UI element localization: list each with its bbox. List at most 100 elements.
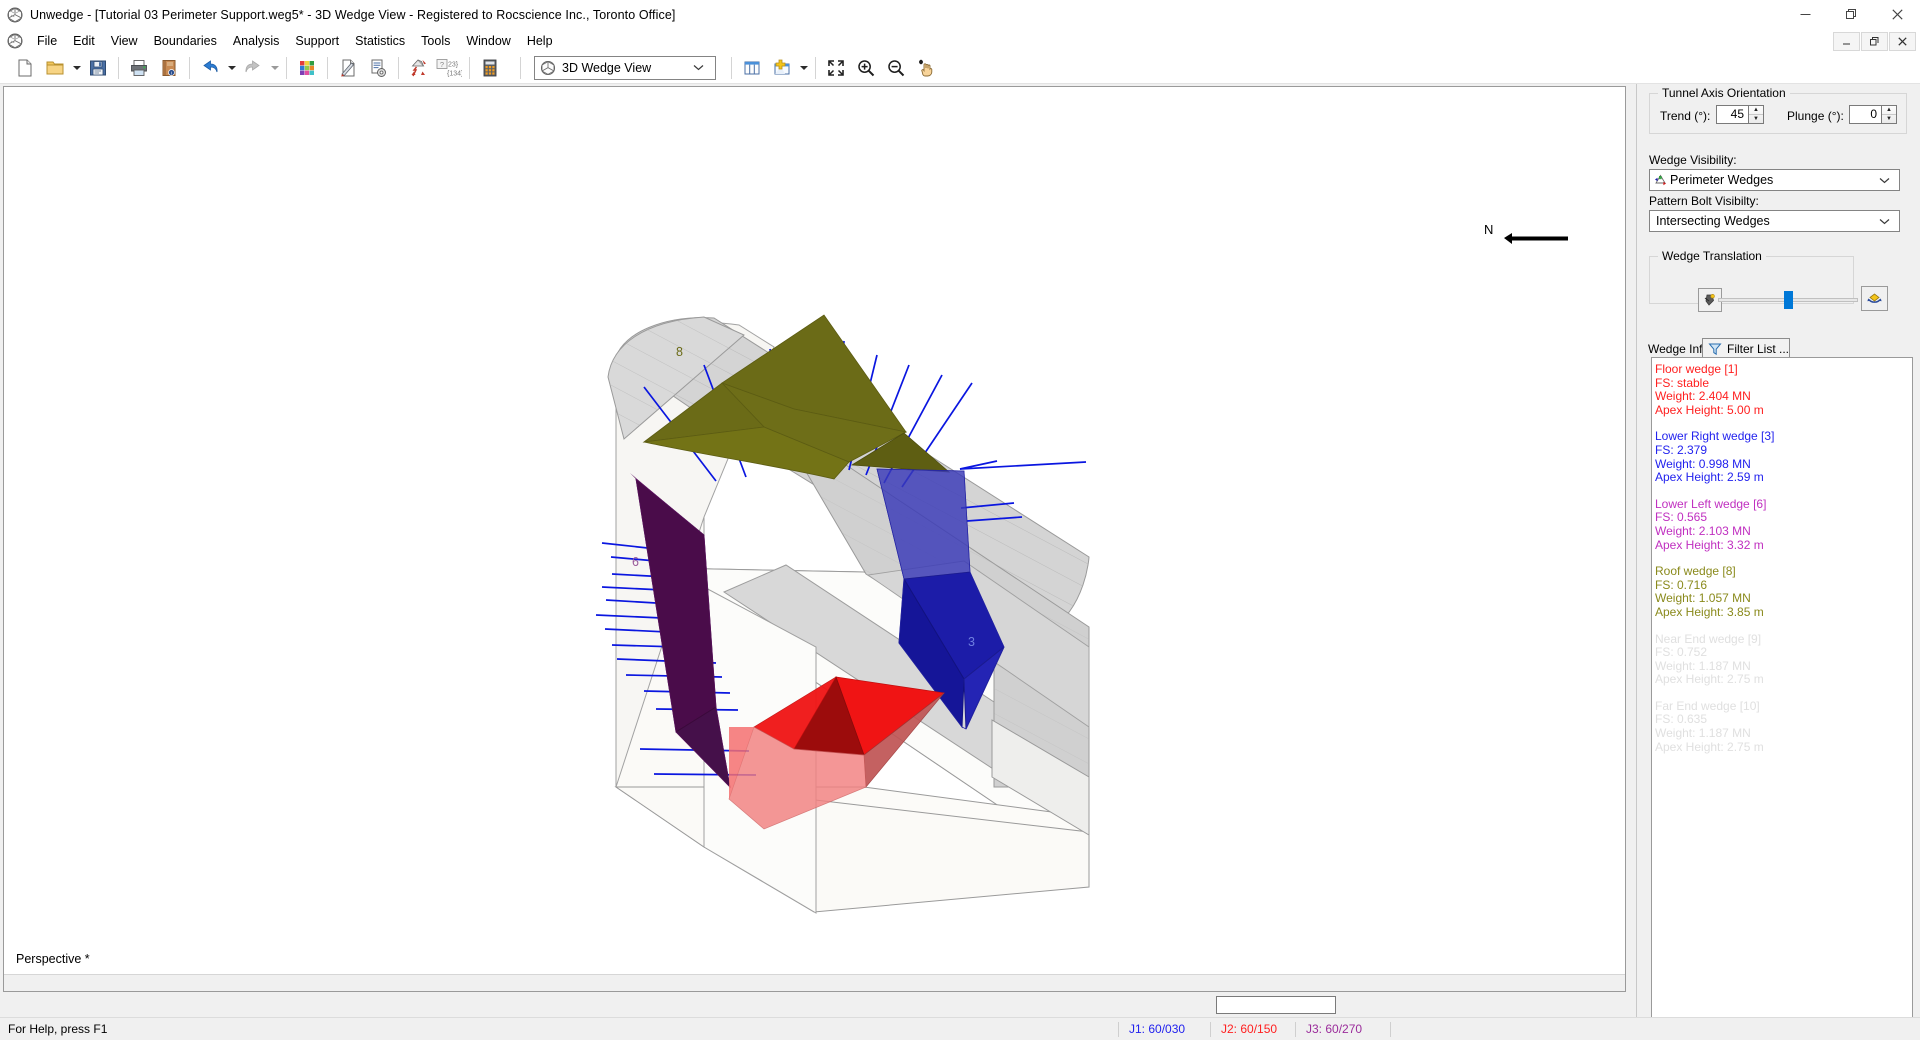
plunge-spin-buttons[interactable]: ▲ ▼ bbox=[1882, 105, 1897, 124]
zoom-out-icon[interactable] bbox=[881, 54, 911, 82]
plunge-input[interactable]: 0 bbox=[1849, 105, 1882, 124]
chevron-down-icon[interactable] bbox=[1879, 177, 1899, 184]
wedge-name: Roof wedge [8] bbox=[1655, 564, 1736, 579]
pan-hand-icon[interactable] bbox=[911, 54, 941, 82]
menu-item-help[interactable]: Help bbox=[519, 31, 561, 51]
trend-stepper[interactable]: 45 ▲ ▼ bbox=[1716, 105, 1764, 124]
svg-text:?: ? bbox=[440, 59, 444, 68]
wedge-apex-height: Apex Height: 2.75 m bbox=[1655, 672, 1764, 687]
svg-text:i: i bbox=[171, 70, 172, 75]
wedge-list-item[interactable]: Lower Right wedge [3] FS: 2.379 Weight: … bbox=[1655, 430, 1912, 484]
title-bar: Unwedge - [Tutorial 03 Perimeter Support… bbox=[0, 0, 1920, 30]
redo-dropdown-arrow-icon[interactable] bbox=[268, 54, 281, 82]
menu-item-statistics[interactable]: Statistics bbox=[347, 31, 413, 51]
trend-spin-up-icon[interactable]: ▲ bbox=[1749, 106, 1763, 115]
menu-item-file[interactable]: File bbox=[29, 31, 65, 51]
perspective-label: Perspective * bbox=[16, 952, 90, 966]
pattern-bolt-visibility-combo[interactable]: Intersecting Wedges bbox=[1649, 210, 1900, 232]
mdi-document-icon[interactable] bbox=[7, 33, 23, 49]
wedge-list-item[interactable]: Floor wedge [1] FS: stable Weight: 2.404… bbox=[1655, 362, 1912, 417]
menu-item-view[interactable]: View bbox=[103, 31, 146, 51]
zoom-in-icon[interactable] bbox=[851, 54, 881, 82]
mdi-restore-button[interactable] bbox=[1861, 31, 1888, 51]
wedge-apex-height: Apex Height: 3.32 m bbox=[1655, 537, 1764, 552]
main-toolbar: i ? 23} {134} 3D Wedge View bbox=[0, 52, 1920, 84]
wedge-weight: Weight: 1.187 MN bbox=[1655, 726, 1751, 741]
add-view-dropdown-arrow-icon[interactable] bbox=[797, 54, 810, 82]
wedge-fs: FS: stable bbox=[1655, 375, 1710, 390]
wedge-list-item[interactable]: Lower Left wedge [6] FS: 0.565 Weight: 2… bbox=[1655, 497, 1912, 552]
menu-bar: File Edit View Boundaries Analysis Suppo… bbox=[0, 30, 1920, 52]
chevron-down-icon[interactable] bbox=[693, 64, 715, 71]
wedge-perimeter-icon bbox=[1650, 174, 1670, 187]
mdi-client-area: 8 3 6 N Perspective * bbox=[0, 84, 1636, 1017]
wedge-list-item[interactable]: Near End wedge [9] FS: 0.752 Weight: 1.1… bbox=[1655, 631, 1912, 687]
svg-text:{134}: {134} bbox=[447, 70, 462, 77]
add-view-icon[interactable] bbox=[767, 54, 797, 82]
plunge-spin-up-icon[interactable]: ▲ bbox=[1882, 106, 1896, 115]
wedge-fs: FS: 0.635 bbox=[1655, 712, 1708, 727]
pattern-bolt-visibility-value: Intersecting Wedges bbox=[1656, 214, 1770, 228]
wedge-translation-title: Wedge Translation bbox=[1658, 249, 1766, 263]
mdi-minimize-button[interactable] bbox=[1833, 31, 1860, 51]
wedge-weight: Weight: 0.998 MN bbox=[1655, 456, 1751, 471]
undo-dropdown-arrow-icon[interactable] bbox=[225, 54, 238, 82]
window-restore-button[interactable] bbox=[1828, 0, 1874, 30]
window-minimize-button[interactable] bbox=[1782, 0, 1828, 30]
menu-item-edit[interactable]: Edit bbox=[65, 31, 103, 51]
wedge-visibility-label: Wedge Visibility: bbox=[1649, 153, 1737, 167]
save-disk-icon[interactable] bbox=[83, 54, 113, 82]
wedge-fs: FS: 0.565 bbox=[1655, 510, 1708, 525]
print-icon[interactable] bbox=[124, 54, 154, 82]
wedge-weight: Weight: 2.103 MN bbox=[1655, 523, 1751, 538]
menu-item-window[interactable]: Window bbox=[458, 31, 518, 51]
wedge-info-list[interactable]: Floor wedge [1] FS: stable Weight: 2.404… bbox=[1651, 357, 1913, 1025]
edit-properties-icon[interactable] bbox=[333, 54, 363, 82]
calculator-icon[interactable] bbox=[475, 54, 505, 82]
chevron-down-icon[interactable] bbox=[1879, 218, 1899, 225]
document-horizontal-scrollbar[interactable] bbox=[4, 974, 1625, 991]
mdi-close-button[interactable] bbox=[1889, 31, 1916, 51]
plunge-spin-down-icon[interactable]: ▼ bbox=[1882, 115, 1896, 123]
plunge-stepper[interactable]: 0 ▲ ▼ bbox=[1849, 105, 1897, 124]
status-bar: For Help, press F1 J1: 60/030 J2: 60/150… bbox=[0, 1017, 1920, 1040]
tile-vertical-icon[interactable] bbox=[737, 54, 767, 82]
wedge-analysis-icon[interactable] bbox=[404, 54, 434, 82]
document-settings-icon[interactable] bbox=[363, 54, 393, 82]
wedge-translation-slider[interactable] bbox=[1718, 290, 1858, 310]
wedge-weight: Weight: 1.187 MN bbox=[1655, 658, 1751, 673]
wedge-label-3: 3 bbox=[968, 635, 975, 649]
tunnel-3d-model bbox=[595, 314, 1090, 914]
trend-spin-buttons[interactable]: ▲ ▼ bbox=[1749, 105, 1764, 124]
wedge-name: Near End wedge [9] bbox=[1655, 631, 1762, 646]
window-close-button[interactable] bbox=[1874, 0, 1920, 30]
wedge-apex-height: Apex Height: 2.59 m bbox=[1655, 470, 1764, 485]
plunge-label: Plunge (°): bbox=[1787, 109, 1844, 123]
menu-item-support[interactable]: Support bbox=[287, 31, 347, 51]
joint-combination-icon[interactable]: ? 23} {134} bbox=[434, 54, 464, 82]
wedge-list-item[interactable]: Roof wedge [8] FS: 0.716 Weight: 1.057 M… bbox=[1655, 565, 1912, 619]
wedge-list-item[interactable]: Far End wedge [10] FS: 0.635 Weight: 1.1… bbox=[1655, 699, 1912, 754]
new-document-icon[interactable] bbox=[10, 54, 40, 82]
wedge-visibility-combo[interactable]: Perimeter Wedges bbox=[1649, 169, 1900, 191]
menu-item-boundaries[interactable]: Boundaries bbox=[146, 31, 225, 51]
window-controls bbox=[1782, 0, 1920, 30]
trend-input[interactable]: 45 bbox=[1716, 105, 1749, 124]
zoom-all-icon[interactable] bbox=[821, 54, 851, 82]
print-preview-book-icon[interactable]: i bbox=[154, 54, 184, 82]
document-edit-field[interactable] bbox=[1216, 996, 1336, 1014]
menu-item-tools[interactable]: Tools bbox=[413, 31, 458, 51]
filter-list-button[interactable]: Filter List ... bbox=[1702, 338, 1790, 359]
undo-arrow-icon[interactable] bbox=[195, 54, 225, 82]
slider-thumb[interactable] bbox=[1784, 291, 1793, 309]
menu-item-analysis[interactable]: Analysis bbox=[225, 31, 288, 51]
wedge-expand-button[interactable] bbox=[1861, 286, 1888, 311]
open-folder-icon[interactable] bbox=[40, 54, 70, 82]
trend-spin-down-icon[interactable]: ▼ bbox=[1749, 115, 1763, 123]
color-palette-icon[interactable] bbox=[292, 54, 322, 82]
pattern-bolt-visibility-label: Pattern Bolt Visibilty: bbox=[1649, 194, 1759, 208]
view-type-combo[interactable]: 3D Wedge View bbox=[534, 55, 716, 80]
open-folder-dropdown-arrow-icon[interactable] bbox=[70, 54, 83, 82]
wedge-3d-viewport[interactable]: 8 3 6 N Perspective * bbox=[4, 87, 1625, 974]
redo-arrow-icon[interactable] bbox=[238, 54, 268, 82]
